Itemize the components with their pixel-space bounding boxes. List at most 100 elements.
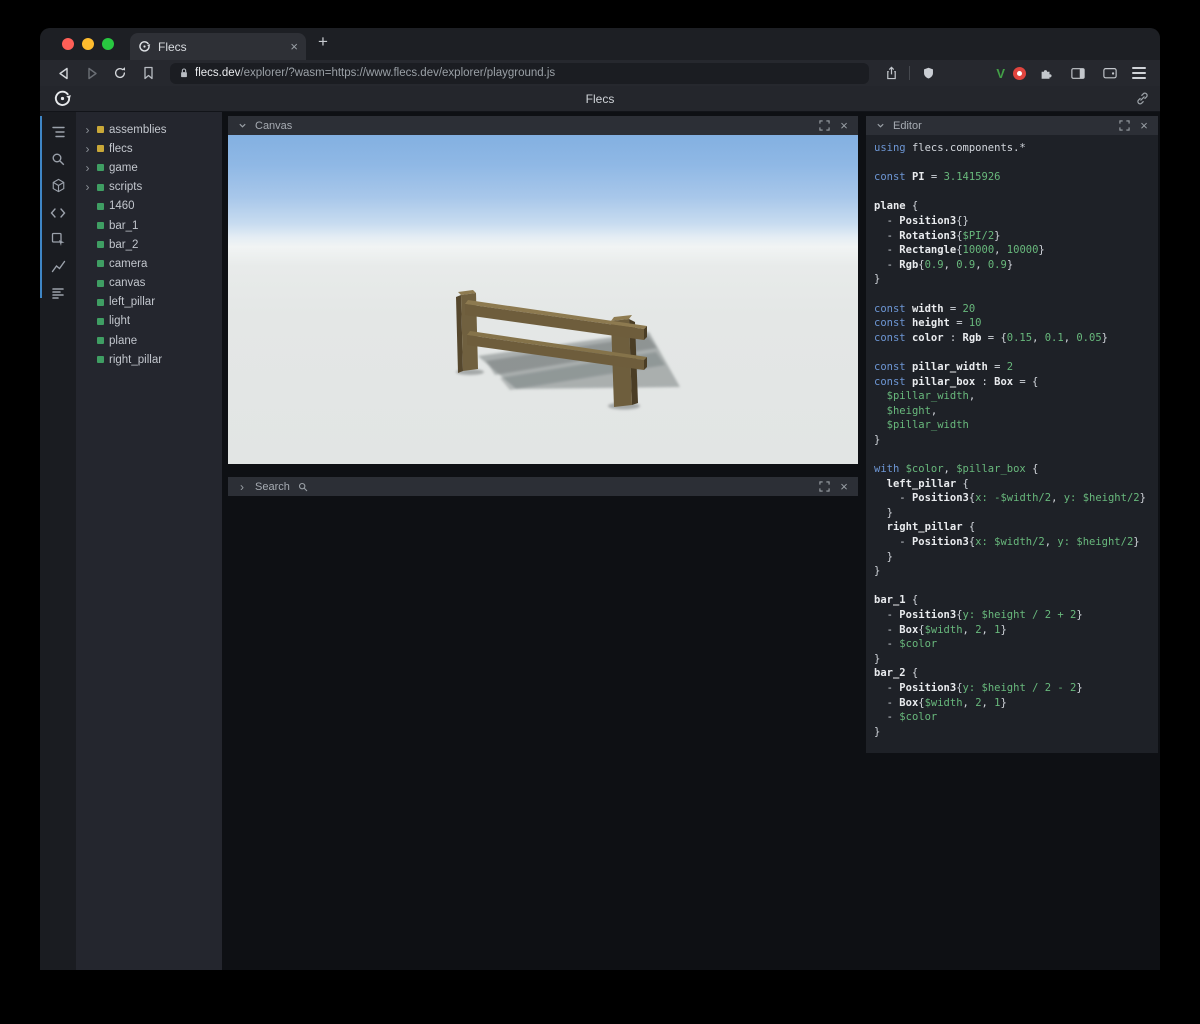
code-line[interactable] (874, 447, 1150, 462)
outliner-icon[interactable] (46, 120, 70, 143)
close-icon[interactable]: × (837, 119, 851, 132)
tree-item-plane[interactable]: plane (83, 331, 222, 350)
close-tab-icon[interactable]: × (290, 39, 298, 54)
code-line[interactable]: $height, (874, 404, 1150, 419)
close-icon[interactable]: × (1137, 119, 1151, 132)
close-icon[interactable]: × (837, 480, 851, 493)
tree-expand-chevron-icon[interactable]: › (83, 143, 92, 155)
extension-record-button[interactable] (1013, 66, 1026, 80)
menu-button[interactable] (1130, 67, 1148, 79)
code-line[interactable] (874, 156, 1150, 171)
code-line[interactable]: } (874, 272, 1150, 287)
icon-sidebar (40, 112, 76, 970)
code-line[interactable]: - Position3{x: $width/2, y: $height/2} (874, 535, 1150, 550)
tree-item-assemblies[interactable]: › assemblies (83, 120, 222, 139)
tree-item-flecs[interactable]: › flecs (83, 139, 222, 158)
tree-item-bar_2[interactable]: bar_2 (83, 235, 222, 254)
back-button[interactable] (52, 62, 76, 84)
close-window-button[interactable] (62, 38, 74, 50)
chevron-down-icon[interactable] (235, 121, 249, 130)
code-line[interactable]: bar_1 { (874, 593, 1150, 608)
code-line[interactable]: right_pillar { (874, 520, 1150, 535)
extension-v-button[interactable]: V (996, 66, 1005, 81)
minimize-window-button[interactable] (82, 38, 94, 50)
code-line[interactable]: const pillar_box : Box = { (874, 375, 1150, 390)
tree-expand-chevron-icon[interactable]: › (83, 162, 92, 174)
code-line[interactable] (874, 345, 1150, 360)
code-line[interactable]: - $color (874, 710, 1150, 725)
code-line[interactable]: } (874, 564, 1150, 579)
expand-icon[interactable] (1117, 120, 1131, 131)
code-line[interactable]: const height = 10 (874, 316, 1150, 331)
tree-item-left_pillar[interactable]: left_pillar (83, 293, 222, 312)
tree-expand-chevron-icon[interactable]: › (83, 124, 92, 136)
chevron-right-icon[interactable]: › (235, 480, 249, 494)
code-line[interactable]: using flecs.components.* (874, 141, 1150, 156)
tree-expand-chevron-icon[interactable]: › (83, 181, 92, 193)
inspector-icon[interactable] (46, 228, 70, 251)
tree-item-scripts[interactable]: › scripts (83, 178, 222, 197)
tree-item-right_pillar[interactable]: right_pillar (83, 350, 222, 369)
wallet-icon[interactable] (1098, 62, 1122, 84)
code-line[interactable]: - Position3{y: $height / 2 + 2} (874, 608, 1150, 623)
tree-item-camera[interactable]: camera (83, 254, 222, 273)
code-line[interactable]: - Rotation3{$PI/2} (874, 229, 1150, 244)
code-line[interactable]: } (874, 725, 1150, 740)
tree-item-1460[interactable]: 1460 (83, 197, 222, 216)
code-line[interactable]: left_pillar { (874, 477, 1150, 492)
code-line[interactable]: - Position3{} (874, 214, 1150, 229)
code-line[interactable]: plane { (874, 199, 1150, 214)
editor-code[interactable]: using flecs.components.* const PI = 3.14… (866, 135, 1158, 754)
code-line[interactable] (874, 185, 1150, 200)
chevron-down-icon[interactable] (873, 121, 887, 130)
search-icon[interactable] (46, 147, 70, 170)
code-line[interactable]: const pillar_width = 2 (874, 360, 1150, 375)
entity-color-square (97, 126, 104, 134)
browser-tab[interactable]: Flecs × (130, 33, 306, 60)
code-line[interactable]: - Box{$width, 2, 1} (874, 623, 1150, 638)
puzzle-icon[interactable] (1034, 62, 1058, 84)
link-icon[interactable] (1135, 91, 1150, 106)
code-line[interactable]: } (874, 550, 1150, 565)
code-line[interactable]: } (874, 506, 1150, 521)
expand-icon[interactable] (817, 481, 831, 492)
code-line[interactable]: - Rgb{0.9, 0.9, 0.9} (874, 258, 1150, 273)
code-line[interactable]: $pillar_width (874, 418, 1150, 433)
code-line[interactable]: - $color (874, 637, 1150, 652)
flecs-logo-icon[interactable] (53, 89, 72, 108)
entity-label: camera (109, 257, 148, 270)
address-bar[interactable]: flecs.dev/explorer/?wasm=https://www.fle… (170, 62, 870, 84)
expand-icon[interactable] (817, 120, 831, 131)
code-line[interactable]: const color : Rgb = {0.15, 0.1, 0.05} (874, 331, 1150, 346)
bookmarks-button[interactable] (136, 62, 160, 84)
code-line[interactable]: } (874, 433, 1150, 448)
code-line[interactable]: const width = 20 (874, 302, 1150, 317)
tree-item-bar_1[interactable]: bar_1 (83, 216, 222, 235)
shield-button[interactable] (916, 62, 940, 84)
tree-item-light[interactable]: light (83, 312, 222, 331)
canvas-3d-viewport[interactable] (228, 135, 858, 464)
tree-item-canvas[interactable]: canvas (83, 274, 222, 293)
code-line[interactable]: with $color, $pillar_box { (874, 462, 1150, 477)
sidebar-toggle-button[interactable] (1066, 62, 1090, 84)
code-line[interactable]: - Position3{y: $height / 2 - 2} (874, 681, 1150, 696)
forward-button[interactable] (80, 62, 104, 84)
code-icon[interactable] (46, 201, 70, 224)
share-button[interactable] (879, 62, 903, 84)
code-line[interactable]: const PI = 3.1415926 (874, 170, 1150, 185)
code-line[interactable]: } (874, 652, 1150, 667)
code-line[interactable] (874, 579, 1150, 594)
new-tab-button[interactable]: + (306, 32, 340, 56)
stats-icon[interactable] (46, 282, 70, 305)
code-line[interactable]: bar_2 { (874, 666, 1150, 681)
code-line[interactable]: - Box{$width, 2, 1} (874, 696, 1150, 711)
reload-button[interactable] (108, 62, 132, 84)
zoom-window-button[interactable] (102, 38, 114, 50)
code-line[interactable]: - Rectangle{10000, 10000} (874, 243, 1150, 258)
chart-icon[interactable] (46, 255, 70, 278)
code-line[interactable]: $pillar_width, (874, 389, 1150, 404)
entities-icon[interactable] (46, 174, 70, 197)
tree-item-game[interactable]: › game (83, 158, 222, 177)
code-line[interactable] (874, 287, 1150, 302)
code-line[interactable]: - Position3{x: -$width/2, y: $height/2} (874, 491, 1150, 506)
